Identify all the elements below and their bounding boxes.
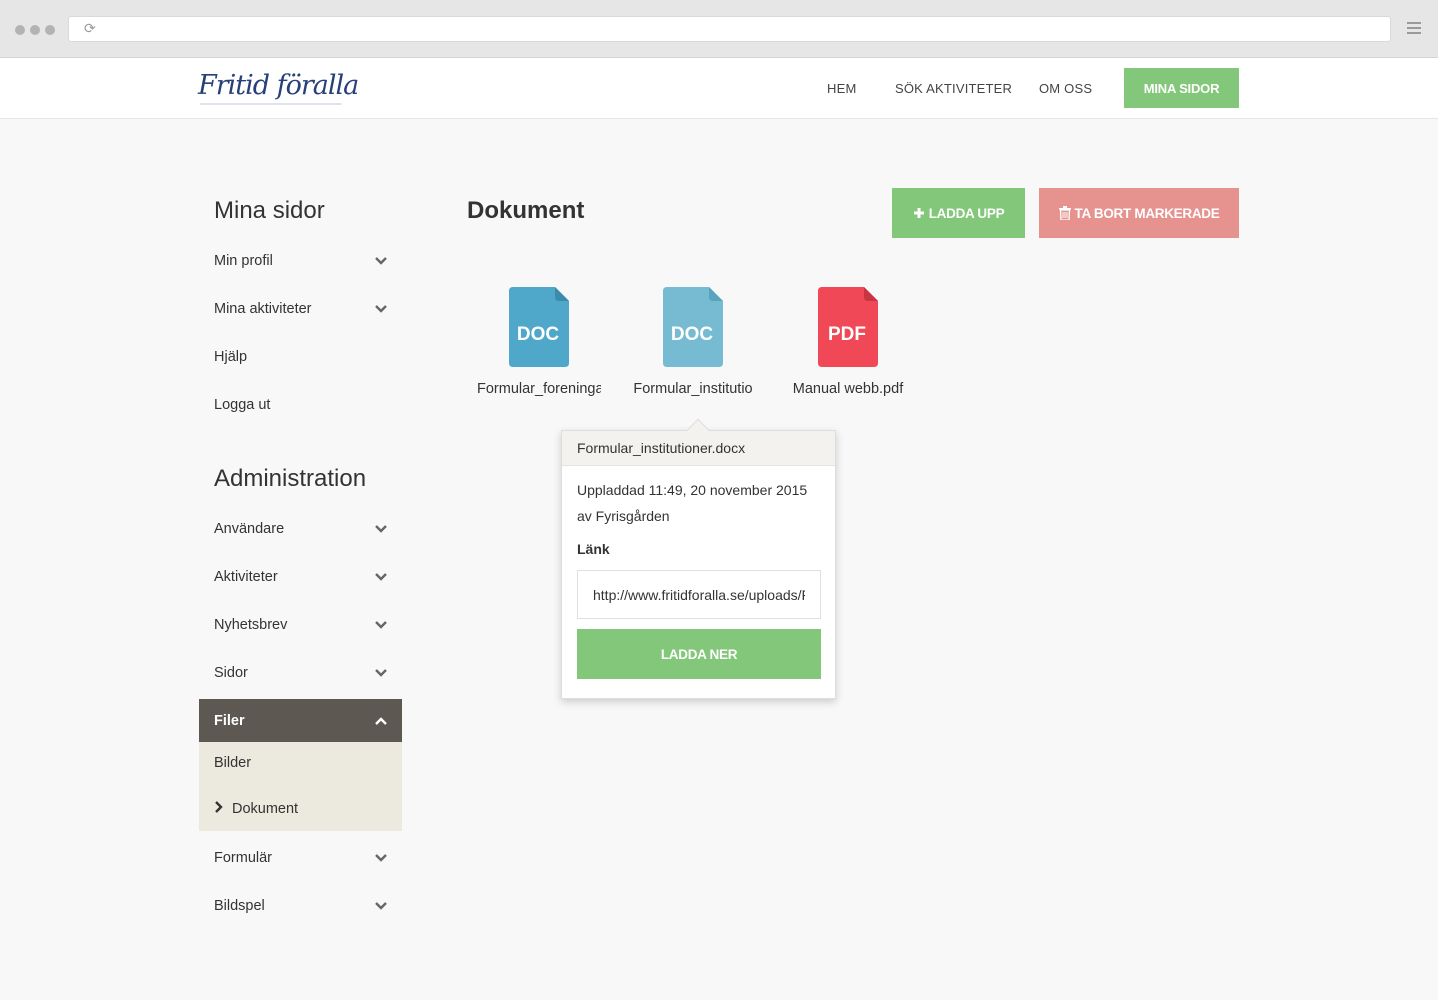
sidebar-item-sidor[interactable]: Sidor	[199, 649, 402, 697]
chevron-down-icon[interactable]	[374, 899, 388, 913]
submenu-item-bilder[interactable]: Bilder	[214, 755, 251, 771]
sidebar-item-label: Aktiviteter	[214, 569, 278, 585]
upload-button[interactable]: LADDA UPP	[892, 188, 1025, 238]
nav-mina-sidor-button[interactable]: MINA SIDOR	[1124, 68, 1239, 108]
chevron-down-icon[interactable]	[374, 666, 388, 680]
chevron-down-icon[interactable]	[374, 522, 388, 536]
submenu-item-label: Bilder	[214, 755, 252, 771]
file-item[interactable]: PDF Manual webb.pdf	[778, 287, 918, 397]
administration-heading: Administration	[214, 465, 367, 492]
pdf-file-icon[interactable]: PDF	[818, 287, 878, 367]
sidebar-item-logga-ut[interactable]: Logga ut	[199, 381, 402, 429]
nav-home-link[interactable]: HEM	[827, 81, 857, 96]
link-label: Länk	[577, 541, 610, 557]
sidebar-item-label: Filer	[214, 712, 245, 729]
chevron-down-icon[interactable]	[374, 254, 388, 268]
sidebar-item-label: Hjälp	[214, 349, 248, 365]
upload-timestamp: Uppladdad 11:49, 20 november 2015	[577, 482, 808, 498]
sidebar-item-formular[interactable]: Formulär	[199, 834, 402, 882]
chevron-down-icon[interactable]	[374, 302, 388, 316]
submenu-item-label: Dokument	[232, 801, 299, 817]
file-item[interactable]: DOC Formular_foreninga	[469, 287, 609, 397]
sidebar-item-label: Formulär	[214, 850, 273, 866]
delete-selected-button[interactable]: TA BORT MARKERADE	[1039, 188, 1239, 238]
window-dot-icon[interactable]	[30, 25, 40, 35]
doc-file-icon[interactable]: DOC	[509, 287, 569, 367]
address-bar[interactable]: ⟳	[68, 16, 1391, 42]
sidebar-item-mina-aktiviteter[interactable]: Mina aktiviteter	[199, 285, 402, 333]
trash-icon	[1058, 206, 1071, 220]
file-details-popover: Formular_institutioner.docx Uppladdad 11…	[561, 418, 836, 699]
popover-upload-info: Uppladdad 11:49, 20 november 2015 av Fyr…	[577, 477, 827, 529]
svg-text:PDF: PDF	[828, 324, 866, 345]
file-name: Formular_institutio	[633, 381, 753, 397]
chevron-down-icon[interactable]	[374, 618, 388, 632]
sidebar-item-bildspel[interactable]: Bildspel	[199, 882, 402, 930]
nav-about-link[interactable]: OM OSS	[1039, 81, 1092, 96]
sidebar-item-label: Mina aktiviteter	[214, 301, 312, 317]
file-item[interactable]: DOC Formular_institutio	[623, 287, 763, 397]
sidebar-item-label: Sidor	[214, 665, 248, 681]
site-logo[interactable]: Fritid föralla	[198, 70, 359, 101]
sidebar-item-label: Bildspel	[214, 898, 265, 914]
chevron-up-icon[interactable]	[374, 714, 388, 728]
sidebar-item-label: Nyhetsbrev	[214, 617, 288, 633]
upload-button-label: LADDA UPP	[928, 205, 1005, 221]
svg-text:DOC: DOC	[671, 324, 714, 345]
sidebar-item-nyhetsbrev[interactable]: Nyhetsbrev	[199, 601, 402, 649]
logo-underline	[200, 103, 342, 105]
sidebar-item-anvandare[interactable]: Användare	[199, 505, 402, 553]
sidebar-item-label: Min profil	[214, 253, 273, 269]
sidebar-item-aktiviteter[interactable]: Aktiviteter	[199, 553, 402, 601]
window-dot-icon[interactable]	[15, 25, 25, 35]
site-header: Fritid föralla HEM SÖK AKTIVITETER OM OS…	[0, 58, 1438, 119]
download-button[interactable]: LADDA NER	[577, 629, 821, 679]
sidebar-item-min-profil[interactable]: Min profil	[199, 237, 402, 285]
doc-file-icon[interactable]: DOC	[663, 287, 723, 367]
sidebar-item-filer[interactable]: Filer	[199, 699, 402, 742]
submenu-item-dokument[interactable]: Dokument	[214, 801, 298, 817]
file-name: Formular_foreninga	[477, 381, 601, 397]
file-name: Manual webb.pdf	[792, 381, 904, 397]
window-dot-icon[interactable]	[45, 25, 55, 35]
nav-search-link[interactable]: SÖK AKTIVITETER	[895, 81, 1012, 96]
chevron-right-icon	[215, 801, 223, 813]
svg-text:DOC: DOC	[517, 324, 560, 345]
browser-chrome: ⟳	[0, 0, 1438, 58]
reload-icon[interactable]: ⟳	[84, 20, 96, 38]
sidebar-item-label: Logga ut	[214, 397, 271, 413]
uploaded-by: av Fyrisgården	[577, 508, 670, 524]
mina-sidor-heading: Mina sidor	[214, 197, 325, 224]
chevron-down-icon[interactable]	[374, 570, 388, 584]
filer-submenu: Bilder Dokument	[199, 742, 402, 831]
chevron-down-icon[interactable]	[374, 851, 388, 865]
sidebar-item-label: Användare	[214, 521, 285, 537]
link-field[interactable]	[577, 570, 821, 619]
sidebar-item-hjalp[interactable]: Hjälp	[199, 333, 402, 381]
window-controls[interactable]	[15, 25, 55, 35]
page-title: Dokument	[467, 197, 585, 224]
hamburger-icon[interactable]	[1407, 22, 1421, 37]
plus-icon	[913, 208, 924, 218]
delete-button-label: TA BORT MARKERADE	[1074, 205, 1220, 221]
popover-filename: Formular_institutioner.docx	[562, 431, 835, 466]
